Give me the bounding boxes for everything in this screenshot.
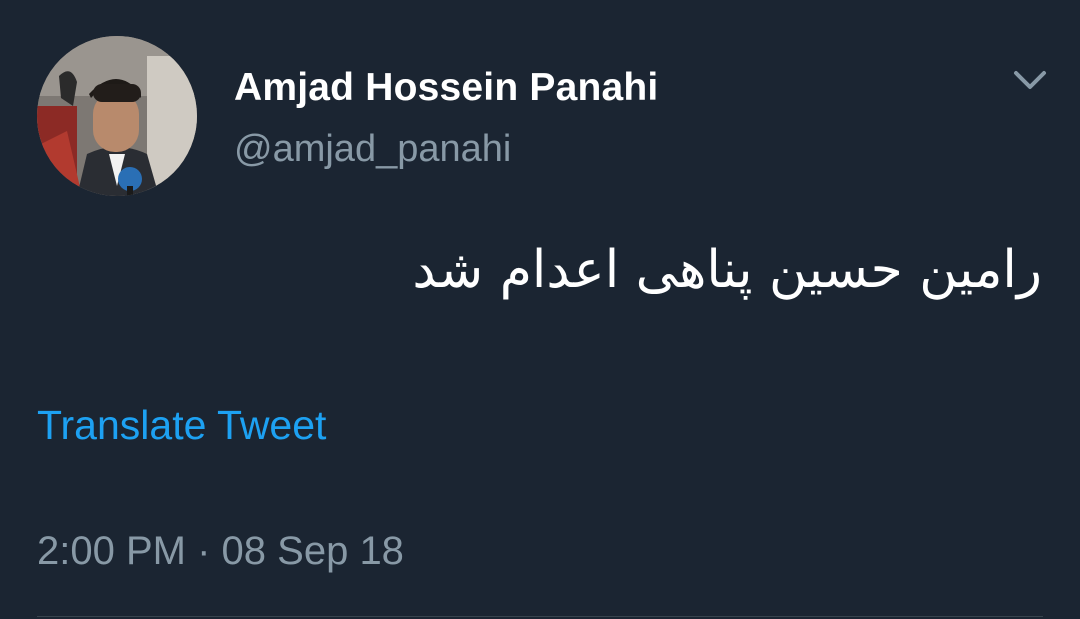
tweet-detail: Amjad Hossein Panahi @amjad_panahi رامین… xyxy=(0,0,1080,619)
display-name[interactable]: Amjad Hossein Panahi xyxy=(234,66,658,110)
profile-photo-icon xyxy=(37,36,197,196)
translate-tweet-link[interactable]: Translate Tweet xyxy=(37,402,326,449)
chevron-down-icon[interactable] xyxy=(1010,64,1050,96)
timestamp-separator: · xyxy=(197,529,211,573)
tweet-timestamp: 2:00 PM · 08 Sep 18 xyxy=(37,529,404,574)
avatar[interactable] xyxy=(37,36,197,196)
tweet-text: رامین حسین پناهی اعدام شد xyxy=(412,240,1042,300)
tweet-date: 08 Sep 18 xyxy=(221,529,404,573)
user-handle[interactable]: @amjad_panahi xyxy=(234,128,511,171)
divider xyxy=(37,616,1043,617)
tweet-time: 2:00 PM xyxy=(37,529,186,573)
